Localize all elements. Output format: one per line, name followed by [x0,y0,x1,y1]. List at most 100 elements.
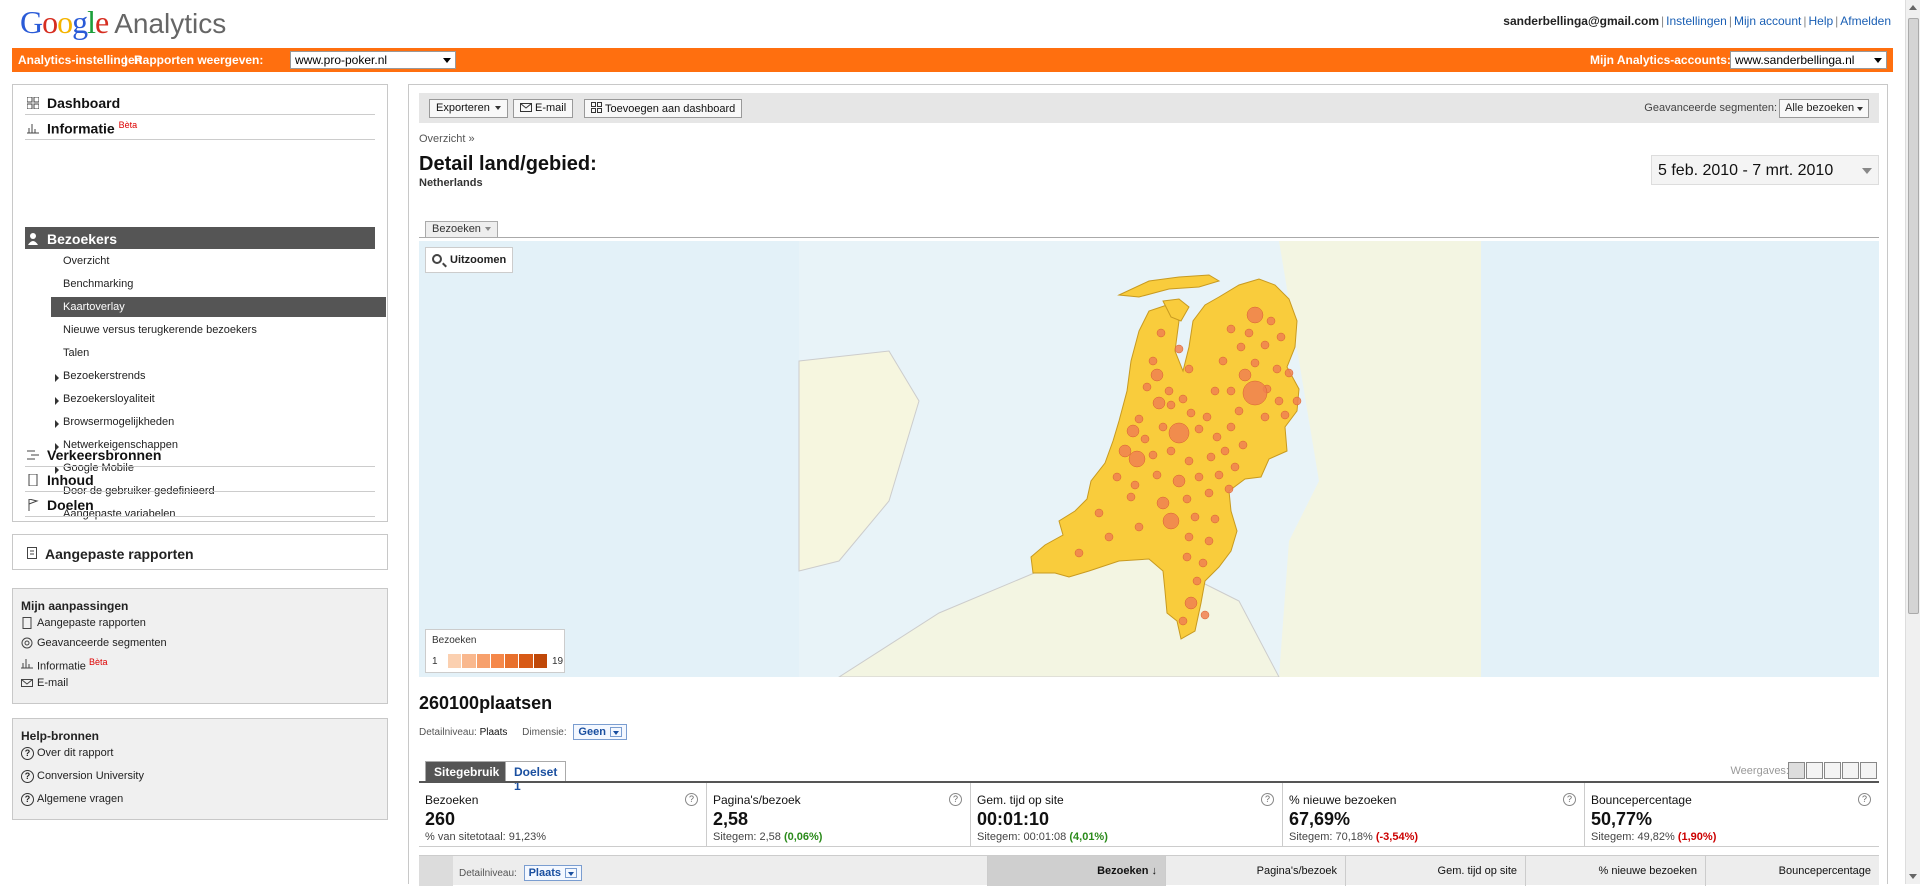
visit-marker[interactable] [1148,450,1158,460]
faq-link[interactable]: Algemene vragen [37,793,123,805]
visit-marker[interactable] [1194,424,1204,434]
visit-marker[interactable] [1178,616,1188,626]
visit-marker[interactable] [1210,386,1220,396]
my-account-link[interactable]: Mijn account [1734,14,1801,28]
visit-marker[interactable] [1214,470,1224,480]
help-icon[interactable]: ? [685,793,698,806]
visit-marker[interactable] [1156,496,1170,510]
account-select[interactable]: www.sanderbellinga.nl [1730,51,1887,69]
nav-sub-nieuwe-vs-terugkerend[interactable]: Nieuwe versus terugkerende bezoekers [51,320,386,340]
nav-sub-bezoekersloyaliteit[interactable]: Bezoekersloyaliteit [51,389,386,409]
visit-marker[interactable] [1204,488,1214,498]
nav-sub-overzicht[interactable]: Overzicht [51,251,386,271]
visit-marker[interactable] [1224,484,1234,494]
visit-marker[interactable] [1156,328,1166,338]
visit-marker[interactable] [1174,344,1184,354]
visit-marker[interactable] [1246,306,1264,324]
column-new-visits[interactable]: % nieuwe bezoeken [1525,856,1705,886]
visit-marker[interactable] [1274,396,1284,406]
visit-marker[interactable] [1202,412,1212,422]
visit-marker[interactable] [1182,552,1192,562]
advanced-segments-link[interactable]: Geavanceerde segmenten [37,637,167,649]
visit-marker[interactable] [1244,328,1254,338]
map-overlay[interactable]: Uitzoomen Bezoeken 1 19 [419,241,1879,678]
custom-reports-link[interactable]: Aangepaste rapporten [45,546,194,562]
visit-marker[interactable] [1178,394,1188,404]
visit-marker[interactable] [1280,410,1290,420]
logout-link[interactable]: Afmelden [1840,14,1891,28]
email-link[interactable]: E-mail [37,677,68,689]
column-avg-time[interactable]: Gem. tijd op site [1345,856,1525,886]
visit-marker[interactable] [1168,422,1190,444]
column-pages-per-visit[interactable]: Pagina's/bezoek [1165,856,1345,886]
nav-sub-kaartoverlay[interactable]: Kaartoverlay [51,297,386,317]
nav-bezoekers[interactable]: Bezoekers [25,227,375,249]
zoom-out-button[interactable]: Uitzoomen [425,247,514,273]
visit-marker[interactable] [1148,356,1158,366]
nav-sub-benchmarking[interactable]: Benchmarking [51,274,386,294]
visit-marker[interactable] [1128,450,1146,468]
visit-marker[interactable] [1134,414,1144,424]
comparison-view-icon[interactable] [1842,762,1859,779]
visit-marker[interactable] [1130,480,1140,490]
visit-marker[interactable] [1272,364,1282,374]
help-icon[interactable]: ? [1563,793,1576,806]
visit-marker[interactable] [1182,494,1192,504]
visit-marker[interactable] [1230,462,1240,472]
visit-marker[interactable] [1238,368,1252,382]
visit-marker[interactable] [1142,382,1152,392]
nav-informatie[interactable]: Informatie Bèta [25,116,375,140]
visit-marker[interactable] [1166,446,1176,456]
pivot-view-icon[interactable] [1860,762,1877,779]
visit-marker[interactable] [1190,512,1200,522]
performance-view-icon[interactable] [1824,762,1841,779]
custom-reports-link-2[interactable]: Aangepaste rapporten [37,617,146,629]
visit-marker[interactable] [1150,368,1164,382]
date-range-picker[interactable]: 5 feb. 2010 - 7 mrt. 2010 [1651,155,1879,185]
visit-marker[interactable] [1242,380,1268,406]
visit-marker[interactable] [1104,532,1114,542]
visit-marker[interactable] [1250,358,1260,368]
visit-marker[interactable] [1292,396,1302,406]
table-view-icon[interactable] [1788,762,1805,779]
visit-marker[interactable] [1158,422,1168,432]
scroll-down-icon[interactable] [1909,874,1917,879]
informatie-link[interactable]: Informatie Bèta [37,657,108,673]
nav-doelen[interactable]: Doelen [25,493,375,517]
nav-sub-talen[interactable]: Talen [51,343,386,363]
visit-marker[interactable] [1134,522,1144,532]
visit-marker[interactable] [1186,408,1196,418]
scrollbar-thumb[interactable] [1908,18,1919,614]
visit-marker[interactable] [1152,396,1166,410]
help-icon[interactable]: ? [949,793,962,806]
visit-marker[interactable] [1226,422,1236,432]
column-bounce-rate[interactable]: Bouncepercentage [1705,856,1879,886]
visit-marker[interactable] [1164,386,1174,396]
visit-marker[interactable] [1166,400,1176,410]
nav-verkeersbronnen[interactable]: Verkeersbronnen [25,443,375,467]
visit-marker[interactable] [1210,514,1220,524]
profile-select[interactable]: www.pro-poker.nl [290,51,456,69]
visit-marker[interactable] [1126,424,1140,438]
pie-view-icon[interactable] [1806,762,1823,779]
visit-marker[interactable] [1212,432,1222,442]
visit-marker[interactable] [1236,342,1246,352]
column-visits[interactable]: Bezoeken ↓ [987,856,1165,886]
visit-marker[interactable] [1260,412,1270,422]
netherlands-map[interactable] [419,241,1879,678]
segments-select[interactable]: Alle bezoeken [1779,99,1869,118]
map-metric-tab[interactable]: Bezoeken [425,221,498,237]
visit-marker[interactable] [1218,356,1228,366]
help-link[interactable]: Help [1808,14,1833,28]
visit-marker[interactable] [1192,576,1202,586]
dimension-select[interactable]: Geen [573,724,627,740]
nav-sub-browsermogelijkheden[interactable]: Browsermogelijkheden [51,412,386,432]
visit-marker[interactable] [1234,406,1244,416]
visit-marker[interactable] [1238,440,1248,450]
custom-reports-panel[interactable]: Aangepaste rapporten [12,534,388,570]
visit-marker[interactable] [1226,324,1236,334]
export-button[interactable]: Exporteren [429,99,508,118]
visit-marker[interactable] [1194,472,1204,482]
google-analytics-logo[interactable]: Google Analytics [20,4,226,41]
visit-marker[interactable] [1074,548,1084,558]
